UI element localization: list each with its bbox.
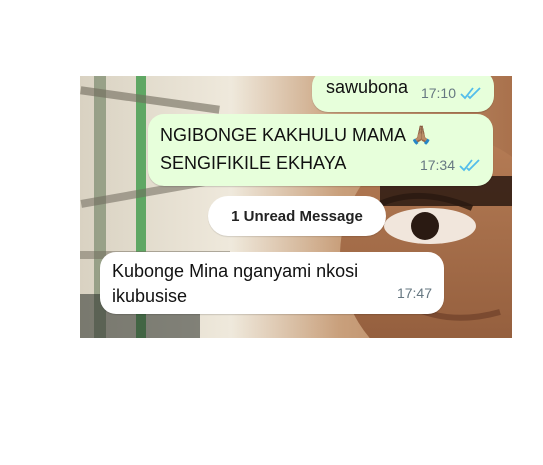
read-ticks-icon — [459, 159, 480, 172]
message-bubble-incoming[interactable]: Kubonge Mina nganyami nkosi ikubusise 17… — [100, 252, 444, 314]
message-meta: 17:34 — [420, 152, 481, 178]
message-text-line: SENGIFIKILE EKHAYA — [160, 153, 347, 173]
message-text-line: ikubusise — [112, 286, 188, 306]
message-bubble-outgoing[interactable]: sawubona 17:10 — [312, 76, 494, 112]
message-meta: 17:47 — [397, 280, 432, 306]
message-meta: 17:10 — [421, 80, 482, 106]
message-text: sawubona — [326, 77, 409, 97]
message-text-line: Kubonge Mina nganyami nkosi — [112, 261, 359, 281]
message-bubble-outgoing[interactable]: NGIBONGE KAKHULU MAMA 🙏🏽 SENGIFIKILE EKH… — [148, 114, 493, 186]
message-text-line: NGIBONGE KAKHULU MAMA 🙏🏽 — [160, 125, 433, 145]
message-time: 17:34 — [419, 157, 455, 173]
chat-window: sawubona 17:10 NGIBONGE KAKHULU MAMA 🙏🏽 … — [80, 76, 512, 338]
message-time: 17:10 — [420, 85, 456, 101]
message-time: 17:47 — [396, 285, 432, 301]
unread-messages-divider: 1 Unread Message — [208, 196, 386, 236]
unread-label: 1 Unread Message — [231, 207, 363, 225]
read-ticks-icon — [460, 87, 481, 100]
